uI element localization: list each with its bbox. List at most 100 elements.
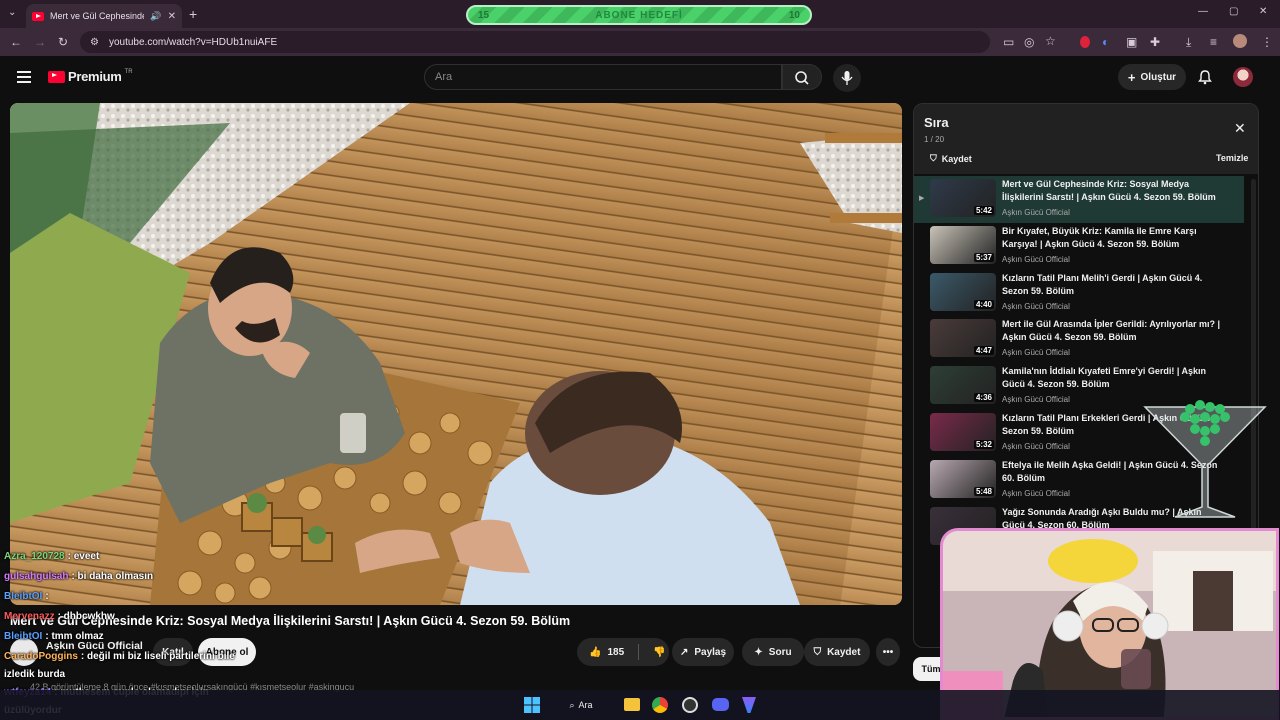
- chat-text: : değil mi biz liseli partilerini bile: [80, 651, 235, 662]
- hamburger-menu-icon[interactable]: [17, 71, 31, 83]
- now-playing-icon: ▶: [919, 195, 925, 202]
- queue-duration: 4:36: [973, 393, 994, 403]
- queue-item-title: Bir Kıyafet, Büyük Kriz: Kamila ile Emre…: [1002, 225, 1197, 249]
- queue-clear-button[interactable]: Temizle: [1216, 153, 1248, 163]
- new-tab-icon[interactable]: +: [189, 6, 197, 22]
- minimize-icon[interactable]: —: [1198, 6, 1208, 17]
- queue-thumbnail[interactable]: 5:48: [930, 459, 996, 498]
- queue-position: 1 / 20: [924, 135, 945, 144]
- queue-header: Sıra 1 / 20 ✕ ⛉ Kaydet Temizle: [914, 104, 1258, 174]
- ask-button[interactable]: ✦ Soru: [742, 638, 804, 666]
- queue-duration: 4:47: [973, 346, 994, 356]
- goal-target: 10: [788, 9, 800, 21]
- share-icon: ↗: [679, 646, 689, 658]
- queue-item[interactable]: 4:47 Mert ile Gül Arasında İpler Gerildi:…: [914, 316, 1244, 363]
- discord-icon[interactable]: [712, 698, 729, 711]
- windows-start-icon[interactable]: [524, 697, 540, 718]
- reading-list-icon[interactable]: ≡: [1210, 35, 1217, 49]
- download-icon[interactable]: ⤓: [1186, 35, 1191, 50]
- queue-save-label: Kaydet: [941, 153, 972, 164]
- queue-item-title: Kızların Tatil Planı Melih'i Gerdi | Aşk…: [1002, 272, 1203, 296]
- logo-region: TR: [124, 68, 133, 75]
- site-info-icon[interactable]: ⚙: [90, 37, 99, 48]
- bookmark-icon: ⛉: [930, 153, 937, 163]
- taskbar-search[interactable]: ⌕ Ara: [556, 694, 606, 716]
- queue-thumbnail[interactable]: 5:37: [930, 225, 996, 264]
- bookmark-star-icon[interactable]: ☆: [1045, 34, 1056, 48]
- close-tab-icon[interactable]: ✕: [168, 11, 176, 22]
- queue-thumbnail[interactable]: 5:42: [930, 179, 996, 217]
- extension-blue-icon[interactable]: ◐: [1102, 35, 1109, 49]
- chat-text: : tmm olmaz: [45, 631, 104, 642]
- address-bar[interactable]: ⚙ youtube.com/watch?v=HDUb1nuiAFE: [80, 31, 990, 53]
- share-button[interactable]: ↗ Paylaş: [672, 638, 734, 666]
- extension-dark-icon[interactable]: ▣: [1126, 35, 1137, 49]
- chrome-icon[interactable]: [652, 697, 668, 713]
- queue-item[interactable]: 5:37 Bir Kıyafet, Büyük Kriz: Kamila ile …: [914, 223, 1244, 270]
- logo-text: Premium: [68, 69, 122, 84]
- audio-playing-icon[interactable]: 🔊: [150, 11, 161, 22]
- video-frame: [10, 103, 902, 605]
- create-button[interactable]: + Oluştur: [1118, 64, 1186, 90]
- tab-title: Mert ve Gül Cephesinde Kriz: [50, 11, 145, 21]
- windows-taskbar: ⌕ Ara: [0, 690, 1280, 720]
- like-button[interactable]: 👍 185: [589, 647, 624, 658]
- tab-search-icon[interactable]: ⌄: [8, 7, 16, 18]
- browser-toolbar: ← → ↻ ⚙ youtube.com/watch?v=HDUb1nuiAFE …: [0, 28, 1280, 56]
- youtube-header: Premium TR Ara + Oluştur: [0, 56, 1280, 98]
- account-avatar[interactable]: [1233, 67, 1253, 87]
- chat-message: BleibtOI:: [4, 591, 49, 602]
- search-icon: [795, 71, 809, 85]
- save-label: Kaydet: [827, 646, 861, 658]
- browser-tab-strip: ⌄ Mert ve Gül Cephesinde Kriz 🔊 ✕ + 15 A…: [0, 0, 1280, 28]
- eye-off-icon[interactable]: ◎: [1024, 35, 1034, 49]
- chat-message: gulsahgulsah: bi daha olmasın: [4, 571, 153, 582]
- cast-icon[interactable]: ▭: [1003, 35, 1014, 49]
- more-actions-button[interactable]: •••: [876, 638, 900, 666]
- forward-icon[interactable]: →: [34, 35, 46, 49]
- dislike-button[interactable]: 👎: [653, 647, 665, 658]
- voice-search-button[interactable]: [833, 64, 861, 92]
- queue-save-button[interactable]: ⛉ Kaydet: [930, 153, 972, 164]
- browser-menu-icon[interactable]: ⋮: [1261, 35, 1273, 49]
- like-count: 185: [607, 646, 625, 658]
- queue-duration: 5:48: [973, 486, 994, 496]
- queue-duration: 5:32: [973, 440, 994, 449]
- queue-thumbnail[interactable]: 5:32: [930, 413, 996, 451]
- browser-tab-active[interactable]: Mert ve Gül Cephesinde Kriz 🔊 ✕: [26, 4, 182, 28]
- profile-avatar[interactable]: [1233, 34, 1247, 48]
- queue-thumbnail[interactable]: 4:36: [930, 366, 996, 405]
- queue-item[interactable]: ▶ 5:42 Mert ve Gül Cephesinde Kriz: Sosyal…: [914, 176, 1244, 223]
- search-button[interactable]: [782, 64, 822, 90]
- queue-item-channel: Aşkın Gücü Official: [1002, 442, 1070, 451]
- notifications-bell-icon[interactable]: [1197, 69, 1213, 90]
- more-dots-icon: •••: [882, 646, 894, 658]
- file-explorer-icon[interactable]: [624, 698, 640, 711]
- close-queue-icon[interactable]: ✕: [1234, 120, 1246, 137]
- queue-thumbnail[interactable]: 4:47: [930, 319, 996, 358]
- window-close-icon[interactable]: ✕: [1259, 6, 1267, 17]
- chat-text: : bi daha olmasın: [71, 571, 154, 582]
- search-input[interactable]: Ara: [424, 64, 782, 90]
- chat-text: : dhbcwkhw: [57, 611, 115, 622]
- youtube-logo[interactable]: Premium TR: [48, 69, 133, 84]
- chat-username: CaradoPoggins: [4, 651, 78, 662]
- chat-message: Azra_120728: eveet: [4, 551, 99, 562]
- extension-red-icon[interactable]: [1080, 36, 1090, 48]
- back-icon[interactable]: ←: [10, 35, 22, 49]
- queue-duration: 5:42: [973, 206, 994, 215]
- queue-item[interactable]: 4:40 Kızların Tatil Planı Melih'i Gerdi |…: [914, 270, 1244, 317]
- video-title: Mert ve Gül Cephesinde Kriz: Sosyal Medy…: [10, 614, 571, 628]
- queue-item-channel: Aşkın Gücü Official: [1002, 301, 1070, 311]
- video-player[interactable]: [10, 103, 902, 605]
- queue-thumbnail[interactable]: 4:40: [930, 272, 996, 311]
- queue-title: Sıra: [924, 115, 949, 130]
- chat-message: izledik burda: [4, 669, 65, 680]
- reload-icon[interactable]: ↻: [58, 35, 68, 49]
- extensions-puzzle-icon[interactable]: ✚: [1150, 35, 1160, 49]
- app-v-icon[interactable]: [742, 697, 756, 713]
- url-text: youtube.com/watch?v=HDUb1nuiAFE: [108, 36, 278, 48]
- obs-icon[interactable]: [682, 697, 698, 713]
- save-button[interactable]: ⛉ Kaydet: [804, 638, 870, 666]
- maximize-icon[interactable]: ▢: [1229, 6, 1238, 17]
